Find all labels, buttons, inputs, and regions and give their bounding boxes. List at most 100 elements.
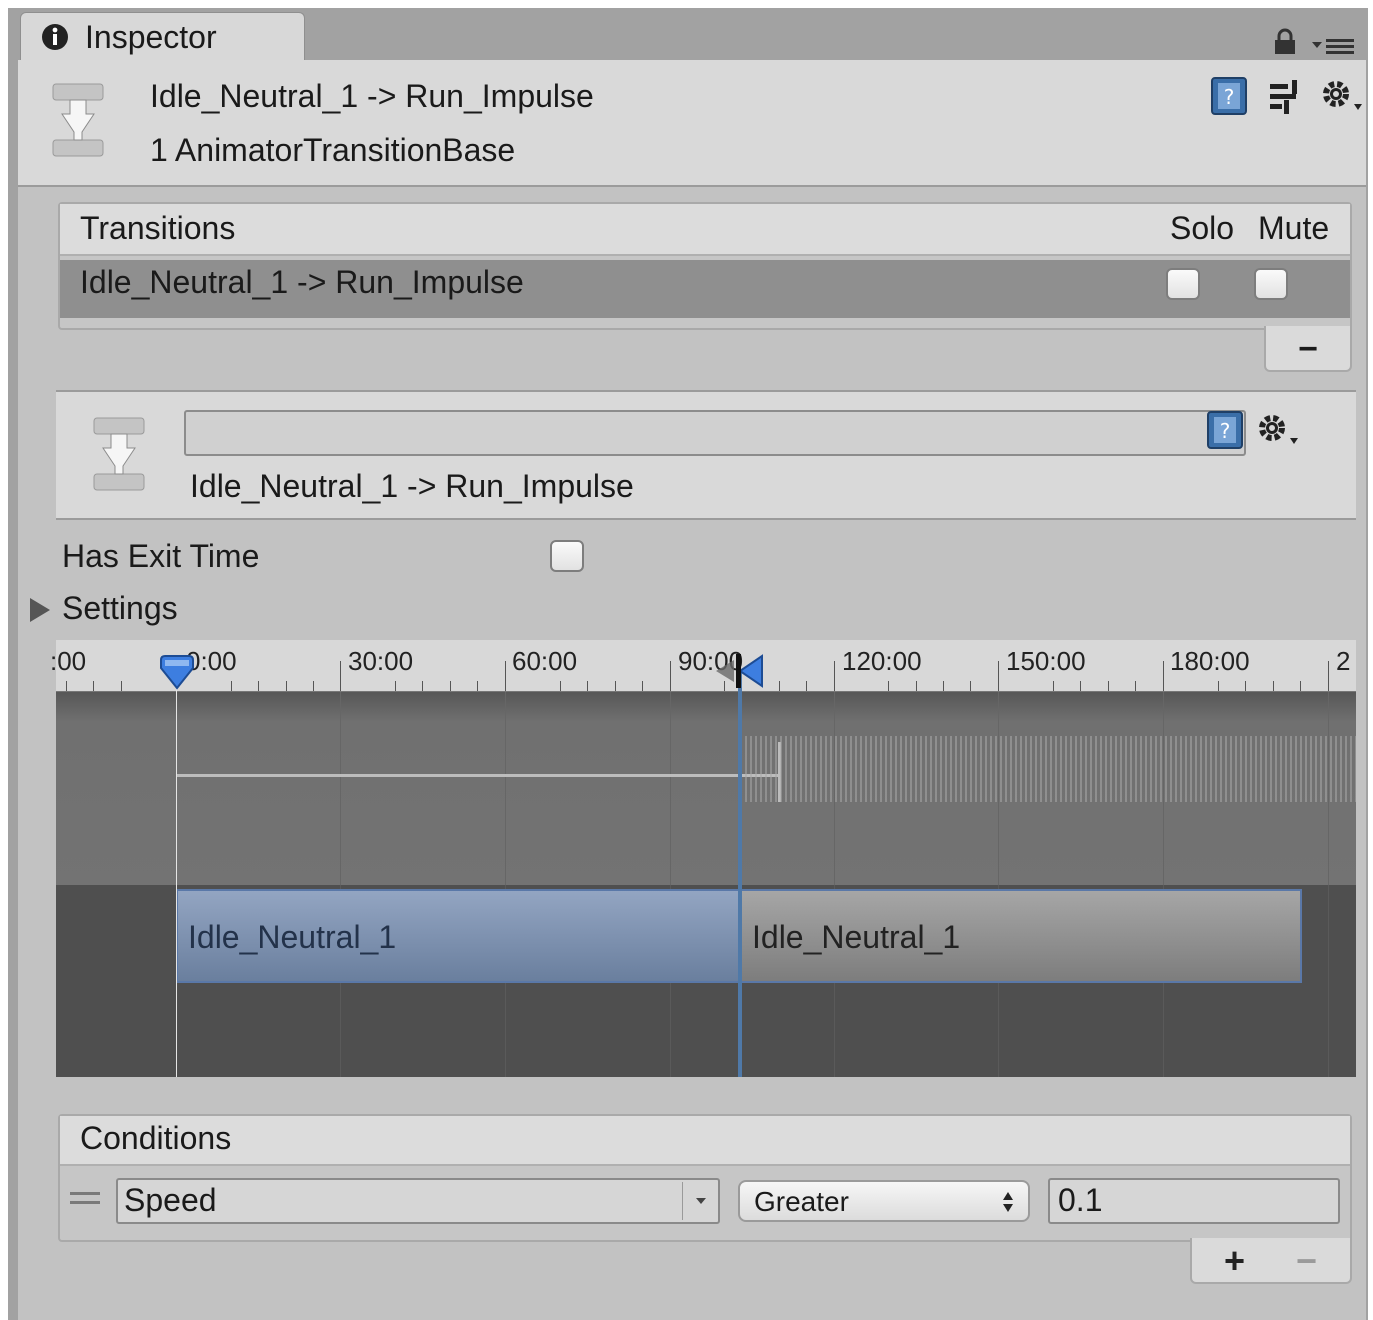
- tick-label: 180:00: [1170, 646, 1250, 676]
- grid-line: [505, 692, 506, 885]
- tick-label: 120:00: [842, 646, 922, 676]
- condition-mode-dropdown[interactable]: Greater: [738, 1180, 1030, 1222]
- source-clip-label: Idle_Neutral_1: [188, 919, 397, 955]
- minor-tick: [806, 681, 807, 691]
- grid-line: [670, 692, 671, 885]
- minor-tick: [286, 681, 287, 691]
- up-down-arrows-icon: [1002, 1190, 1014, 1214]
- grid-line: [340, 692, 341, 885]
- grid-line: [1328, 885, 1329, 1077]
- major-tick: [1328, 661, 1329, 691]
- start-marker-handle[interactable]: [158, 654, 196, 692]
- major-tick: [1163, 661, 1164, 691]
- condition-row: Speed Greater 0.1: [60, 1168, 1350, 1238]
- transition-end-line: [738, 672, 742, 1077]
- minor-tick: [560, 681, 561, 691]
- transition-remove-label: −: [1298, 330, 1318, 368]
- minor-tick: [258, 681, 259, 691]
- minor-tick: [121, 681, 122, 691]
- minor-tick: [1135, 681, 1136, 691]
- minor-tick: [1053, 681, 1054, 691]
- minor-tick: [1273, 681, 1274, 691]
- add-condition-button[interactable]: +: [1224, 1240, 1245, 1282]
- help-icon[interactable]: ?: [1206, 410, 1244, 450]
- minor-tick: [943, 681, 944, 691]
- drag-handle-icon[interactable]: [70, 1188, 100, 1208]
- has-exit-time-label: Has Exit Time: [62, 538, 260, 574]
- transition-remove-button[interactable]: −: [1264, 326, 1352, 372]
- gear-icon[interactable]: [1256, 412, 1300, 448]
- tab-title: Inspector: [85, 19, 217, 55]
- chevron-down-icon: [694, 1194, 708, 1206]
- major-tick: [505, 661, 506, 691]
- info-icon: [41, 23, 69, 51]
- minor-tick: [970, 681, 971, 691]
- dropdown-divider: [682, 1182, 683, 1220]
- conditions-header: Conditions: [60, 1116, 1350, 1166]
- conditions-list: Conditions Speed Greater 0.1: [58, 1114, 1352, 1242]
- tick-label: 2: [1336, 646, 1351, 676]
- minor-tick: [615, 681, 616, 691]
- major-tick: [340, 661, 341, 691]
- minor-tick: [93, 681, 94, 691]
- help-icon[interactable]: ?: [1210, 76, 1248, 116]
- destination-clip[interactable]: Idle_Neutral_1: [740, 889, 1302, 983]
- clip-track: Idle_Neutral_1 Idle_Neutral_1: [56, 885, 1356, 1077]
- solo-checkbox[interactable]: [1166, 268, 1200, 300]
- minor-tick: [422, 681, 423, 691]
- tick-label: 30:00: [348, 646, 414, 676]
- minor-tick: [916, 681, 917, 691]
- minor-tick: [231, 681, 232, 691]
- svg-text:?: ?: [1224, 85, 1235, 109]
- exit-marker-handle[interactable]: [714, 652, 764, 690]
- settings-label: Settings: [62, 590, 178, 626]
- condition-threshold-field[interactable]: 0.1: [1048, 1178, 1340, 1224]
- inspector-tab[interactable]: Inspector: [20, 12, 305, 62]
- source-curve-line: [176, 774, 780, 777]
- source-clip[interactable]: Idle_Neutral_1: [176, 889, 742, 983]
- minor-tick: [1300, 681, 1301, 691]
- inspector-subtitle: 1 AnimatorTransitionBase: [150, 132, 516, 168]
- transitions-header-label: Transitions: [80, 210, 236, 246]
- has-exit-time-checkbox[interactable]: [550, 540, 584, 572]
- major-tick: [834, 661, 835, 691]
- lock-icon[interactable]: [1272, 28, 1298, 56]
- minor-tick: [313, 681, 314, 691]
- transitions-list: Transitions Solo Mute Idle_Neutral_1 -> …: [58, 202, 1352, 330]
- inspector-title: Idle_Neutral_1 -> Run_Impulse: [150, 78, 594, 114]
- settings-foldout[interactable]: Settings: [28, 588, 328, 632]
- gear-icon[interactable]: [1320, 78, 1364, 114]
- conditions-footer: + −: [1190, 1238, 1352, 1284]
- minor-tick: [779, 681, 780, 691]
- major-tick: [998, 661, 999, 691]
- transition-row-label: Idle_Neutral_1 -> Run_Impulse: [80, 264, 524, 300]
- condition-parameter-value: Speed: [124, 1182, 217, 1218]
- remove-condition-button[interactable]: −: [1296, 1240, 1317, 1282]
- minor-tick: [66, 681, 67, 691]
- svg-text:?: ?: [1220, 419, 1231, 443]
- condition-mode-value: Greater: [754, 1186, 849, 1217]
- timeline-ruler[interactable]: :00 0:00 30:00 60:00 90:00 120:00 150:00…: [50, 640, 1356, 692]
- minor-tick: [1080, 681, 1081, 691]
- condition-parameter-dropdown[interactable]: Speed: [116, 1178, 720, 1224]
- transition-row[interactable]: Idle_Neutral_1 -> Run_Impulse: [60, 260, 1350, 318]
- mute-checkbox[interactable]: [1254, 268, 1288, 300]
- preset-icon[interactable]: [1268, 78, 1302, 114]
- transition-detail-label: Idle_Neutral_1 -> Run_Impulse: [190, 468, 634, 504]
- transition-track[interactable]: [56, 692, 1356, 885]
- destination-curve: [740, 736, 1356, 802]
- minor-tick: [1245, 681, 1246, 691]
- tick-label: 150:00: [1006, 646, 1086, 676]
- conditions-header-label: Conditions: [80, 1120, 232, 1156]
- minor-tick: [477, 681, 478, 691]
- mute-column-label: Mute: [1258, 210, 1330, 246]
- transition-icon: [50, 80, 106, 160]
- minor-tick: [888, 681, 889, 691]
- transition-name-field[interactable]: [184, 410, 1246, 456]
- minor-tick: [642, 681, 643, 691]
- transition-icon: [90, 414, 148, 494]
- menu-icon[interactable]: [1310, 34, 1356, 58]
- inspector-header: Idle_Neutral_1 -> Run_Impulse 1 Animator…: [18, 60, 1366, 187]
- tick-label: :00: [50, 646, 87, 676]
- tick-label: 60:00: [512, 646, 578, 676]
